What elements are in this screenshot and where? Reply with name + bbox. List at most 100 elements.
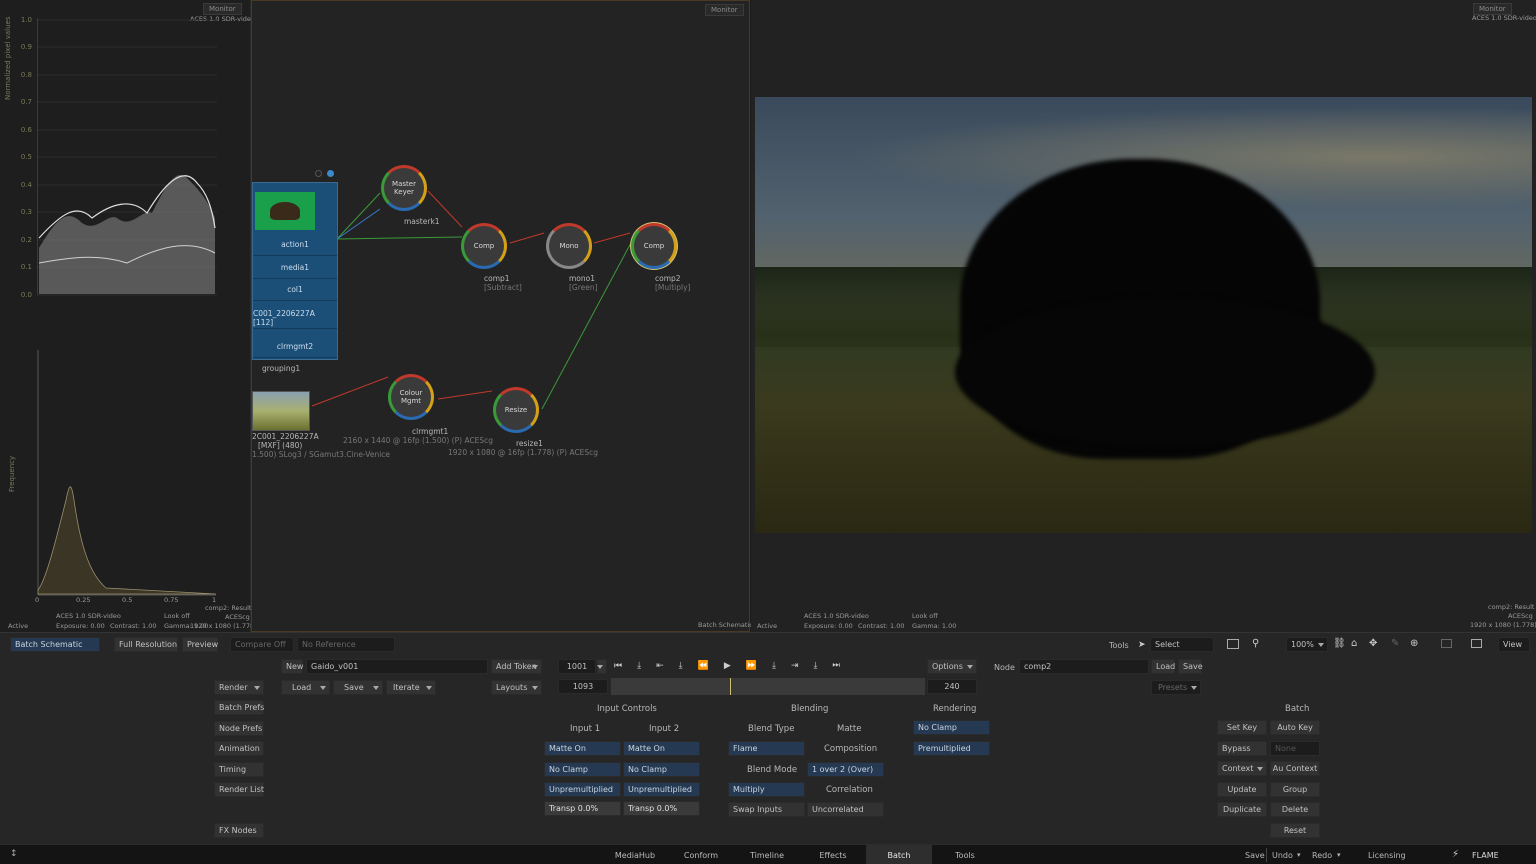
view-button[interactable]: View [1498, 637, 1530, 652]
save-dropdown[interactable]: Save [333, 680, 383, 695]
tab-timeline[interactable]: Timeline [744, 845, 790, 864]
context-dropdown[interactable]: Context [1217, 761, 1267, 776]
mono1-node[interactable]: Mono [546, 223, 592, 269]
goto-start-icon[interactable]: ⏮ [614, 661, 637, 671]
zoom-search-icon[interactable]: ⚲ [1252, 638, 1259, 649]
load-dropdown[interactable]: Load [281, 680, 330, 695]
render-dropdown[interactable]: Render [214, 680, 264, 695]
end-frame-field[interactable]: 240 [927, 679, 977, 694]
swap-inputs-button[interactable]: Swap Inputs [728, 802, 805, 817]
layouts-dropdown[interactable]: Layouts [491, 680, 542, 695]
resize-node[interactable]: Resize [493, 387, 539, 433]
set-key-button[interactable]: Set Key [1217, 720, 1267, 735]
frame-field[interactable]: 1001 [558, 659, 596, 674]
transport-controls[interactable]: ⏮⤓⇤⤓⏪▶⏩⤓⇥⤓⏭ [614, 661, 855, 671]
tab-conform[interactable]: Conform [678, 845, 724, 864]
duplicate-button[interactable]: Duplicate [1217, 802, 1267, 817]
target-icon[interactable]: ⊕ [1410, 638, 1418, 649]
reference-dropdown[interactable]: No Reference [297, 637, 395, 652]
compare-off-button[interactable]: Compare Off [230, 637, 294, 652]
group-row[interactable]: C001_2206227A [112] [253, 307, 337, 329]
tab-tools[interactable]: Tools [942, 845, 988, 864]
timing-button[interactable]: Timing [214, 762, 264, 777]
input2-transparency-slider[interactable]: Transp 0.0% [623, 801, 700, 816]
next-key-icon[interactable]: ⤓ [814, 661, 833, 671]
redo-caret-icon[interactable]: ▾ [1337, 851, 1341, 859]
group-row[interactable]: action1 [253, 234, 337, 256]
start-frame-field[interactable]: 1093 [558, 679, 608, 694]
options-dropdown[interactable]: Options [927, 659, 977, 674]
zoom-dropdown[interactable]: 100% [1286, 637, 1328, 652]
scopes-monitor-button[interactable]: Monitor [203, 3, 242, 15]
home-icon[interactable]: ⌂ [1351, 638, 1357, 649]
grouping1-node[interactable]: action1 media1 col1 C001_2206227A [112] … [252, 182, 338, 360]
rendering-no-clamp-button[interactable]: No Clamp [913, 720, 990, 735]
delete-button[interactable]: Delete [1270, 802, 1320, 817]
auto-key-button[interactable]: Auto Key [1270, 720, 1320, 735]
play-icon[interactable]: ▶ [724, 661, 746, 671]
new-setup-button[interactable]: New [281, 659, 303, 674]
colourmgmt-node[interactable]: Colour Mgmt [388, 374, 434, 420]
group-port-active-icon[interactable] [327, 170, 334, 177]
viewer-image[interactable] [755, 97, 1532, 533]
prev-mark-icon[interactable]: ⤓ [679, 661, 698, 671]
group-row[interactable]: media1 [253, 257, 337, 279]
goto-end-icon[interactable]: ⏭ [833, 661, 856, 671]
group-button[interactable]: Group [1270, 782, 1320, 797]
tab-batch[interactable]: Batch [866, 845, 932, 864]
update-button[interactable]: Update [1217, 782, 1267, 797]
preview-button[interactable]: Preview [182, 637, 218, 652]
bypass-button[interactable]: Bypass [1217, 741, 1267, 756]
timeline-scrubber[interactable] [611, 678, 925, 695]
viewer-panel[interactable]: Monitor ACES 1.0 SDR-video ACES 1.0 SDR-… [751, 0, 1536, 632]
input2-matte-on-button[interactable]: Matte On [623, 741, 700, 756]
tab-mediahub[interactable]: MediaHub [612, 845, 658, 864]
input1-transparency-slider[interactable]: Transp 0.0% [544, 801, 621, 816]
mark-in-icon[interactable]: ⇤ [656, 661, 679, 671]
add-token-dropdown[interactable]: Add Token [491, 659, 542, 674]
group-row[interactable]: clrmgmt2 [253, 336, 337, 358]
blend-type-flame-button[interactable]: Flame [728, 741, 805, 756]
node-load-button[interactable]: Load [1151, 659, 1175, 674]
save-button[interactable]: Save [1245, 851, 1265, 860]
pan-icon[interactable]: ✥ [1369, 638, 1377, 649]
node-prefs-button[interactable]: Node Prefs [214, 721, 264, 736]
input1-unpremultiplied-button[interactable]: Unpremultiplied [544, 782, 621, 797]
au-context-button[interactable]: Au Context [1270, 761, 1320, 776]
step-back-icon[interactable]: ⏪ [698, 661, 724, 671]
step-forward-icon[interactable]: ⏩ [746, 661, 772, 671]
input2-no-clamp-button[interactable]: No Clamp [623, 762, 700, 777]
input2-unpremultiplied-button[interactable]: Unpremultiplied [623, 782, 700, 797]
add-frame-icon[interactable] [1471, 639, 1482, 648]
clip-thumbnail[interactable] [252, 391, 310, 431]
group-port-icon[interactable] [315, 170, 322, 177]
fx-nodes-button[interactable]: FX Nodes [214, 823, 264, 838]
composition-dropdown[interactable]: 1 over 2 (Over) [807, 762, 884, 777]
input1-no-clamp-button[interactable]: No Clamp [544, 762, 621, 777]
tab-effects[interactable]: Effects [810, 845, 856, 864]
tools-label[interactable]: Tools [1109, 641, 1129, 650]
comp2-node[interactable]: Comp [631, 223, 677, 269]
batch-prefs-button[interactable]: Batch Prefs [214, 700, 264, 715]
frame-dropdown[interactable] [597, 659, 607, 674]
bypass-none-field[interactable]: None [1270, 741, 1320, 756]
blend-mode-dropdown[interactable]: Multiply [728, 782, 805, 797]
iterate-dropdown[interactable]: Iterate [386, 680, 436, 695]
pen-icon[interactable]: ✎ [1391, 638, 1399, 649]
input1-matte-on-button[interactable]: Matte On [544, 741, 621, 756]
animation-button[interactable]: Animation [214, 741, 264, 756]
licensing-button[interactable]: Licensing [1368, 851, 1406, 860]
playhead-marker[interactable] [730, 678, 731, 695]
mark-out-icon[interactable]: ⇥ [791, 661, 814, 671]
node-name-field[interactable]: comp2 [1019, 659, 1149, 674]
premultiplied-button[interactable]: Premultiplied [913, 741, 990, 756]
presets-dropdown[interactable]: Presets [1151, 680, 1201, 695]
render-list-button[interactable]: Render List [214, 782, 264, 797]
prev-key-icon[interactable]: ⤓ [637, 661, 656, 671]
group-row[interactable]: col1 [253, 279, 337, 301]
expand-icon[interactable]: ↕ [10, 849, 18, 859]
masterkeyer-node[interactable]: Master Keyer [381, 165, 427, 211]
full-resolution-button[interactable]: Full Resolution [114, 637, 178, 652]
setup-name-field[interactable]: Gaido_v001 [306, 659, 488, 674]
frame-icon[interactable] [1441, 639, 1452, 648]
